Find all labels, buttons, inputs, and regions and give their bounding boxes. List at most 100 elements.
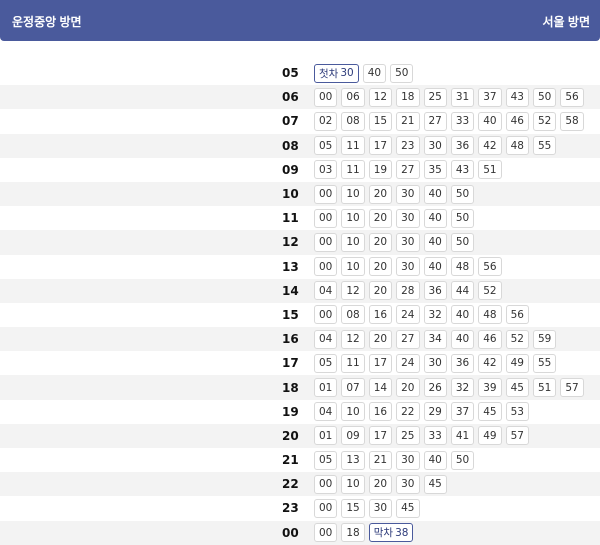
- minute-chip: 40: [423, 232, 447, 252]
- minute-chip: 20: [396, 378, 420, 398]
- direction-title-left: 운정중앙 방면: [12, 15, 82, 29]
- minute-list: 04 12 20 28 36 44 52: [314, 281, 502, 301]
- minute-value: 30: [340, 67, 354, 80]
- minute-chip: 10: [341, 232, 365, 252]
- minute-chip: 50: [450, 184, 475, 204]
- minute-chip: 04: [314, 329, 338, 349]
- timetable-rows: 05 첫차 30 40 50 06 00 06 12 18 25 31 37 43 50 56 07 02 08 15…: [0, 61, 600, 545]
- minute-chip: 36: [450, 136, 475, 156]
- minute-chip: 21: [368, 450, 393, 470]
- minute-chip: 10: [341, 257, 365, 277]
- minute-chip: 20: [368, 208, 393, 228]
- minute-chip: 00: [314, 305, 338, 325]
- minute-chip: 40: [423, 208, 447, 228]
- minute-chip: 11: [341, 160, 365, 180]
- minute-list: 03 11 19 27 35 43 51: [314, 160, 502, 180]
- minute-chip: 56: [560, 87, 584, 107]
- minute-chip: 04: [314, 402, 338, 422]
- minute-chip: 17: [368, 136, 393, 156]
- minute-chip: 27: [396, 329, 420, 349]
- minute-chip: 49: [505, 353, 529, 373]
- minute-chip: 08: [341, 305, 365, 325]
- minute-list: 05 13 21 30 40 50: [314, 450, 475, 470]
- minute-list: 05 11 17 23 30 36 42 48 55: [314, 136, 557, 156]
- minute-chip: 15: [341, 498, 365, 518]
- hour-label: 12: [282, 235, 299, 250]
- minute-chip: 00: [314, 87, 338, 107]
- hour-label: 15: [282, 307, 299, 322]
- minute-chip: 16: [368, 402, 393, 422]
- minute-chip: 22: [396, 402, 420, 422]
- minute-list: 00 10 20 30 40 50: [314, 184, 475, 204]
- minute-chip: 25: [396, 426, 420, 446]
- timetable-row: 07 02 08 15 21 27 33 40 46 52 58: [0, 109, 600, 133]
- minute-chip: 42: [478, 353, 502, 373]
- minute-chip: 32: [450, 378, 475, 398]
- minute-list: 04 10 16 22 29 37 45 53: [314, 402, 529, 422]
- timetable-row: 17 05 11 17 24 30 36 42 49 55: [0, 351, 600, 375]
- minute-chip: 52: [478, 281, 502, 301]
- minute-chip: 28: [396, 281, 420, 301]
- minute-chip: 30: [396, 232, 420, 252]
- minute-chip: 10: [341, 208, 365, 228]
- minute-chip: 16: [368, 305, 393, 325]
- minute-list: 02 08 15 21 27 33 40 46 52 58: [314, 111, 584, 131]
- minute-chip: 45: [396, 498, 420, 518]
- minute-chip: 32: [423, 305, 447, 325]
- minute-chip: 03: [314, 160, 338, 180]
- minute-chip: 05: [314, 450, 338, 470]
- minute-chip: 30: [396, 450, 420, 470]
- minute-chip: 14: [368, 378, 393, 398]
- last-train-minute: 막차 38: [368, 523, 414, 543]
- hour-label: 06: [282, 90, 299, 105]
- minute-chip: 37: [450, 402, 475, 422]
- minute-list: 01 09 17 25 33 41 49 57: [314, 426, 529, 446]
- hour-label: 07: [282, 114, 299, 129]
- minute-chip: 20: [368, 232, 393, 252]
- minute-list: 05 11 17 24 30 36 42 49 55: [314, 353, 557, 373]
- minute-list: 첫차 30 40 50: [314, 63, 414, 83]
- minute-chip: 27: [423, 111, 447, 131]
- minute-chip: 49: [478, 426, 502, 446]
- minute-list: 04 12 20 27 34 40 46 52 59: [314, 329, 557, 349]
- minute-chip: 46: [505, 111, 529, 131]
- hour-label: 05: [282, 66, 299, 81]
- minute-chip: 30: [396, 257, 420, 277]
- minute-chip: 37: [478, 87, 502, 107]
- minute-list: 01 07 14 20 26 32 39 45 51 57: [314, 378, 584, 398]
- timetable-row: 05 첫차 30 40 50: [0, 61, 600, 85]
- minute-chip: 57: [560, 378, 584, 398]
- timetable-row: 06 00 06 12 18 25 31 37 43 50 56: [0, 85, 600, 110]
- minute-chip: 02: [314, 111, 338, 131]
- minute-chip: 30: [396, 474, 420, 494]
- minute-value: 38: [395, 526, 409, 539]
- minute-chip: 01: [314, 426, 338, 446]
- hour-label: 11: [282, 211, 299, 226]
- minute-chip: 58: [560, 111, 584, 131]
- minute-chip: 09: [341, 426, 365, 446]
- first-train-label: 첫차: [319, 67, 339, 80]
- minute-chip: 18: [396, 87, 420, 107]
- timetable-row: 11 00 10 20 30 40 50: [0, 206, 600, 230]
- minute-chip: 20: [368, 281, 393, 301]
- minute-chip: 12: [341, 281, 365, 301]
- minute-chip: 33: [450, 111, 475, 131]
- minute-list: 00 08 16 24 32 40 48 56: [314, 305, 529, 325]
- minute-chip: 40: [423, 450, 447, 470]
- last-train-label: 막차: [373, 527, 394, 540]
- timetable-row: 13 00 10 20 30 40 48 56: [0, 255, 600, 279]
- minute-chip: 08: [341, 111, 365, 131]
- hour-label: 13: [282, 259, 299, 274]
- minute-list: 00 15 30 45: [314, 498, 420, 518]
- minute-chip: 40: [362, 63, 387, 83]
- minute-chip: 10: [341, 474, 365, 494]
- timetable-row: 12 00 10 20 30 40 50: [0, 230, 600, 255]
- minute-chip: 48: [450, 257, 475, 277]
- minute-chip: 00: [314, 474, 338, 494]
- minute-chip: 30: [423, 353, 447, 373]
- hour-label: 22: [282, 477, 299, 492]
- hour-label: 21: [282, 453, 299, 468]
- minute-chip: 57: [505, 426, 529, 446]
- minute-chip: 26: [423, 378, 447, 398]
- minute-chip: 25: [423, 87, 447, 107]
